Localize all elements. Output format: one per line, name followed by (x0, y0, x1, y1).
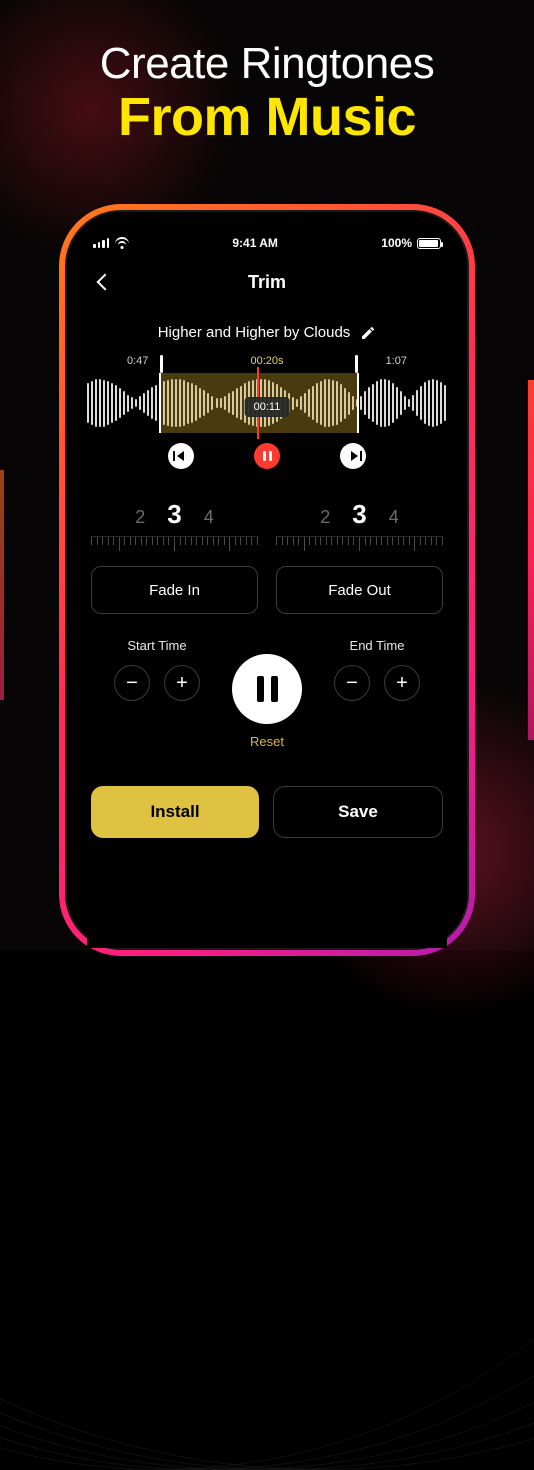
skip-end-button[interactable] (340, 443, 366, 469)
back-button[interactable] (91, 269, 117, 295)
plus-icon: + (396, 673, 408, 693)
reset-button[interactable]: Reset (250, 734, 284, 749)
minus-icon: − (346, 673, 358, 693)
play-pause-button[interactable] (232, 654, 302, 724)
hero-text: Create Ringtones From Music (0, 40, 534, 148)
install-label: Install (150, 802, 199, 822)
chevron-left-icon (97, 274, 114, 291)
hero-line2: From Music (0, 88, 534, 147)
selection-start-time: 0:47 (127, 355, 148, 367)
selection-handle-left[interactable] (160, 355, 163, 373)
skip-start-button[interactable] (168, 443, 194, 469)
dial-prev: 2 (135, 507, 145, 528)
minus-icon: − (126, 673, 138, 693)
selection-end-time: 1:07 (386, 355, 407, 367)
dial-prev: 2 (320, 507, 330, 528)
phone-frame: 9:41 AM 100% Trim Higher and Higher by C… (65, 210, 469, 950)
battery-icon (417, 238, 441, 249)
signal-icon (93, 238, 109, 248)
install-button[interactable]: Install (91, 786, 259, 838)
track-title: Higher and Higher by Clouds (158, 324, 351, 341)
skip-start-icon (177, 451, 184, 461)
dial-current: 3 (352, 499, 366, 530)
edit-icon[interactable] (360, 325, 376, 341)
dial-next: 4 (389, 507, 399, 528)
pause-icon (257, 676, 278, 702)
fade-out-dial[interactable]: 2 3 4 (276, 499, 443, 552)
start-time-label: Start Time (87, 638, 227, 653)
status-bar: 9:41 AM 100% (87, 234, 447, 252)
skip-end-icon (351, 451, 358, 461)
mini-pause-button[interactable] (254, 443, 280, 469)
start-time-decrement[interactable]: − (114, 665, 150, 701)
fade-in-dial[interactable]: 2 3 4 (91, 499, 258, 552)
dial-current: 3 (167, 499, 181, 530)
dial-next: 4 (204, 507, 214, 528)
battery-pct: 100% (381, 236, 412, 250)
end-time-decrement[interactable]: − (334, 665, 370, 701)
save-button[interactable]: Save (273, 786, 443, 838)
fade-out-label: Fade Out (328, 582, 391, 599)
phone-screen: 9:41 AM 100% Trim Higher and Higher by C… (87, 234, 447, 948)
page-title: Trim (248, 272, 286, 293)
pause-icon (263, 451, 272, 461)
save-label: Save (338, 802, 378, 822)
end-time-increment[interactable]: + (384, 665, 420, 701)
plus-icon: + (176, 673, 188, 693)
hero-line1: Create Ringtones (0, 40, 534, 88)
reset-label: Reset (250, 734, 284, 749)
selection-handle-right[interactable] (355, 355, 358, 373)
wifi-icon (114, 237, 129, 249)
end-time-label: End Time (307, 638, 447, 653)
start-time-increment[interactable]: + (164, 665, 200, 701)
playhead-time: 00:11 (245, 397, 290, 417)
fade-in-label: Fade In (149, 582, 200, 599)
fade-in-button[interactable]: Fade In (91, 566, 258, 614)
fade-out-button[interactable]: Fade Out (276, 566, 443, 614)
status-time: 9:41 AM (232, 236, 278, 250)
